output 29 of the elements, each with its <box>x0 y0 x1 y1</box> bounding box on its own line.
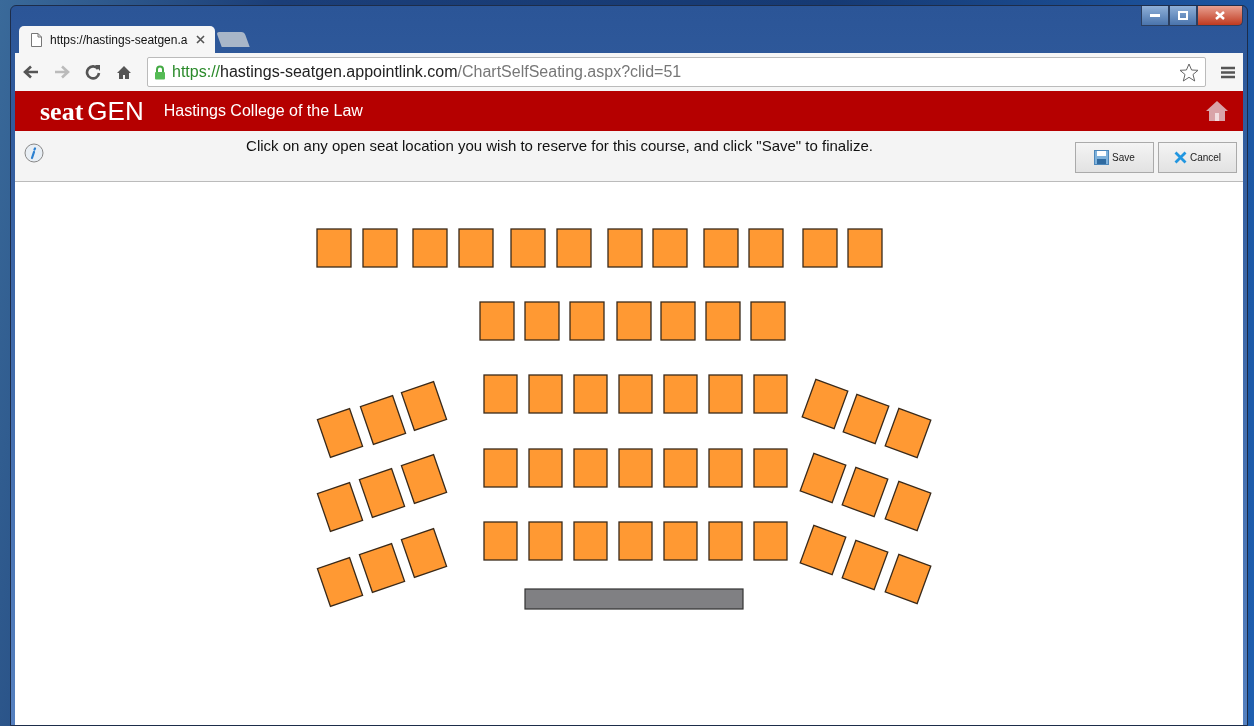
minimize-icon <box>1150 13 1160 18</box>
logo: seatGEN <box>40 95 144 127</box>
save-button[interactable]: Save <box>1075 142 1154 173</box>
tab-title: https://hastings-seatgen.a <box>50 32 188 47</box>
college-title: Hastings College of the Law <box>163 102 364 120</box>
back-icon[interactable] <box>23 65 39 79</box>
new-tab-button[interactable] <box>216 32 250 47</box>
close-icon <box>1215 11 1225 20</box>
address-bar[interactable]: https://hastings-seatgen.appointlink.com/ChartSelfSeating.aspx?clid=51 <box>147 57 1206 87</box>
lock-icon <box>154 64 166 80</box>
cancel-button[interactable]: Cancel <box>1158 142 1237 173</box>
forward-icon[interactable] <box>54 65 70 79</box>
reload-icon[interactable] <box>85 64 101 80</box>
close-icon[interactable] <box>196 35 205 44</box>
page-icon <box>31 32 42 47</box>
instruction-text: Click on any open seat location you wish to reserve for this course, and click "Save" to finalize. <box>245 137 874 154</box>
close-icon <box>1173 151 1187 164</box>
menu-icon[interactable] <box>1221 65 1235 79</box>
minimize-button[interactable] <box>1141 6 1169 26</box>
url-text: https://hastings-seatgen.appointlink.com/ChartSelfSeating.aspx?clid=51 <box>172 63 683 81</box>
close-button[interactable] <box>1197 6 1243 26</box>
star-icon[interactable] <box>1179 62 1199 82</box>
info-icon[interactable] <box>24 143 44 163</box>
home-icon[interactable] <box>1205 100 1229 122</box>
browser-tab[interactable]: https://hastings-seatgen.a <box>19 26 215 53</box>
maximize-icon <box>1178 11 1188 20</box>
home-icon[interactable] <box>116 64 132 80</box>
save-icon <box>1094 150 1110 165</box>
maximize-button[interactable] <box>1169 6 1197 26</box>
